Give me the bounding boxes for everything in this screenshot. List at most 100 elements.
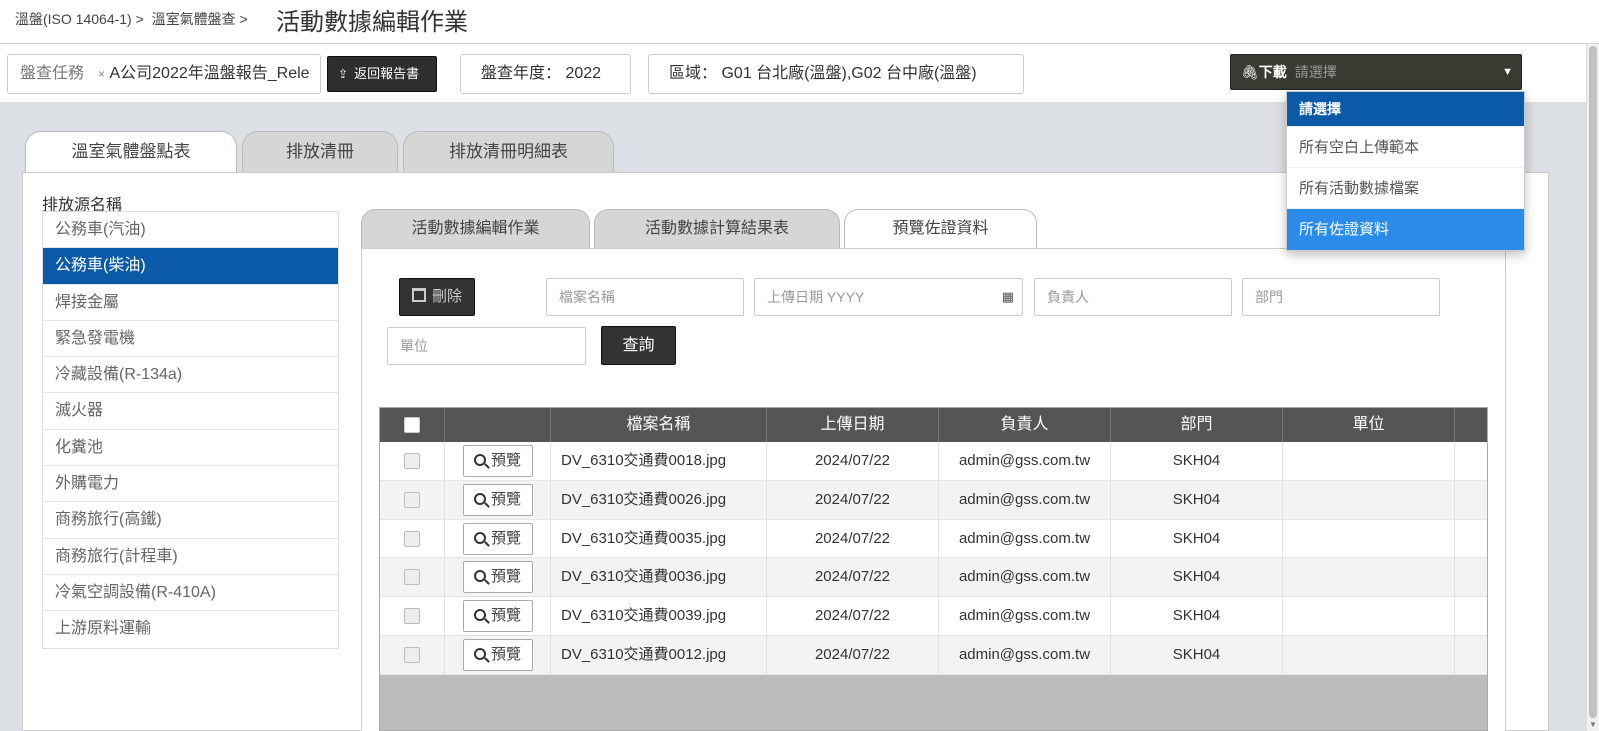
unit-input[interactable]: 單位 [387,327,586,365]
header-department[interactable]: 部門 [1111,408,1283,442]
unit-cell [1283,480,1455,520]
source-item[interactable]: 冷氣空調設備(R-410A) [43,575,338,612]
unit-cell [1283,636,1455,675]
preview-button[interactable]: 預覽 [462,561,533,594]
search-icon [473,570,486,583]
breadcrumb-item-iso[interactable]: 溫盤(ISO 14064-1) > [15,11,144,27]
file-name-cell: DV_6310交通費0036.jpg [551,558,767,598]
preview-cell: 預覽 [445,558,551,598]
spacer-cell [1455,597,1487,636]
department-cell: SKH04 [1111,597,1283,636]
unit-cell [1283,519,1455,559]
source-item[interactable]: 緊急發電機 [43,321,338,358]
row-checkbox-cell [380,480,445,520]
clear-icon[interactable]: × [98,67,105,81]
row-checkbox[interactable] [404,491,420,508]
preview-button[interactable]: 預覽 [462,445,533,478]
tab-preview-evidence[interactable]: 預覽佐證資料 [844,209,1037,250]
paperclip-icon: 🖇 [1241,64,1259,80]
preview-button[interactable]: 預覽 [462,522,533,555]
area-display: 區域： G01 台北廠(溫盤),G02 台中廠(溫盤) [648,54,1024,94]
row-checkbox[interactable] [404,608,420,625]
file-name-cell: DV_6310交通費0012.jpg [551,636,767,675]
scroll-down-arrow-icon[interactable]: ▼ [1589,720,1597,729]
row-checkbox[interactable] [404,569,420,586]
calendar-icon[interactable]: ▦ [1002,279,1014,315]
task-select[interactable]: 盤查任務 × A公司2022年溫盤報告_Release [7,54,321,94]
preview-button[interactable]: 預覽 [462,600,533,633]
file-name-input[interactable]: 檔案名稱 [546,278,744,316]
row-checkbox-cell [380,558,445,598]
dropdown-option-blank-templates[interactable]: 所有空白上傳範本 [1287,127,1524,168]
owner-cell: admin@gss.com.tw [939,519,1111,559]
source-item[interactable]: 公務車(汽油) [43,212,338,249]
dropdown-option-evidence[interactable]: 所有佐證資料 [1287,209,1524,250]
query-button[interactable]: 查詢 [601,326,676,365]
preview-label: 預覽 [490,490,521,508]
spacer-cell [1455,558,1487,597]
area-label: 區域： [669,65,718,82]
table-row: 預覽 DV_6310交通費0026.jpg 2024/07/22 admin@g… [380,480,1487,520]
upload-date-input[interactable]: 上傳日期 YYYY ▦ [754,278,1023,316]
table-row: 預覽 DV_6310交通費0039.jpg 2024/07/22 admin@g… [380,597,1487,636]
source-item[interactable]: 商務旅行(計程車) [43,539,338,575]
preview-cell: 預覽 [445,480,551,520]
preview-label: 預覽 [490,568,521,586]
source-item[interactable]: 化糞池 [43,430,338,467]
source-item[interactable]: 外購電力 [43,466,338,503]
source-item[interactable]: 焊接金屬 [43,285,338,321]
department-input[interactable]: 部門 [1242,278,1440,316]
unit-cell [1283,597,1455,636]
preview-cell: 預覽 [445,519,551,559]
header-upload-date[interactable]: 上傳日期 [767,408,939,442]
breadcrumb-item-ghg[interactable]: 溫室氣體盤查 > [152,11,248,27]
spacer-cell [1455,636,1487,675]
upload-date-cell: 2024/07/22 [767,558,939,598]
unit-cell [1283,558,1455,598]
source-item[interactable]: 商務旅行(高鐵) [43,502,338,539]
table-row: 預覽 DV_6310交通費0036.jpg 2024/07/22 admin@g… [380,558,1487,598]
header-owner[interactable]: 負責人 [939,408,1111,442]
unit-cell [1283,442,1455,481]
row-checkbox[interactable] [404,530,420,547]
tab-activity-edit[interactable]: 活動數據編輯作業 [361,209,590,249]
select-all-cell [380,408,445,442]
preview-button[interactable]: 預覽 [462,639,533,672]
return-report-label: 返回報告書 [354,66,420,81]
breadcrumb: 溫盤(ISO 14064-1) > 溫室氣體盤查 > [15,9,252,29]
source-item[interactable]: 滅火器 [43,393,338,430]
source-item[interactable]: 冷藏設備(R-134a) [43,357,338,394]
source-item-selected[interactable]: 公務車(柴油) [43,248,338,285]
owner-cell: admin@gss.com.tw [939,442,1111,481]
owner-input[interactable]: 負責人 [1034,278,1232,316]
scrollbar-thumb[interactable] [1589,46,1597,718]
delete-button[interactable]: 刪除 [399,278,475,316]
task-value: A公司2022年溫盤報告_Release [109,65,310,82]
tab-emission-list[interactable]: 排放清冊 [242,131,398,173]
row-checkbox[interactable] [404,453,420,470]
tab-emission-detail[interactable]: 排放清冊明細表 [403,131,614,173]
spacer-cell [1455,520,1487,559]
dropdown-option-activity-files[interactable]: 所有活動數據檔案 [1287,168,1524,209]
preview-cell: 預覽 [445,597,551,636]
tab-ghg-inventory[interactable]: 溫室氣體盤點表 [25,131,237,174]
dropdown-option-placeholder[interactable]: 請選擇 [1287,92,1524,127]
preview-label: 預覽 [490,646,521,664]
page-scrollbar[interactable]: ▼ [1586,44,1599,731]
preview-button[interactable]: 預覽 [462,483,533,516]
top-bar: 溫盤(ISO 14064-1) > 溫室氣體盤查 > 活動數據編輯作業 [0,0,1599,44]
department-cell: SKH04 [1111,519,1283,559]
tab-activity-results[interactable]: 活動數據計算結果表 [594,209,840,249]
download-select[interactable]: 🖇下載 請選擇 ▼ [1230,54,1522,90]
header-unit[interactable]: 單位 [1283,408,1455,442]
return-report-button[interactable]: ⇪ 返回報告書 [327,56,437,92]
source-item[interactable]: 上游原料運輸 [43,611,338,647]
header-file-name[interactable]: 檔案名稱 [551,408,767,442]
select-all-checkbox[interactable] [404,416,420,433]
owner-cell: admin@gss.com.tw [939,558,1111,598]
row-checkbox[interactable] [404,647,420,664]
owner-cell: admin@gss.com.tw [939,636,1111,675]
file-name-cell: DV_6310交通費0035.jpg [551,519,767,559]
download-label: 下載 [1258,64,1287,80]
row-checkbox-cell [380,442,445,481]
